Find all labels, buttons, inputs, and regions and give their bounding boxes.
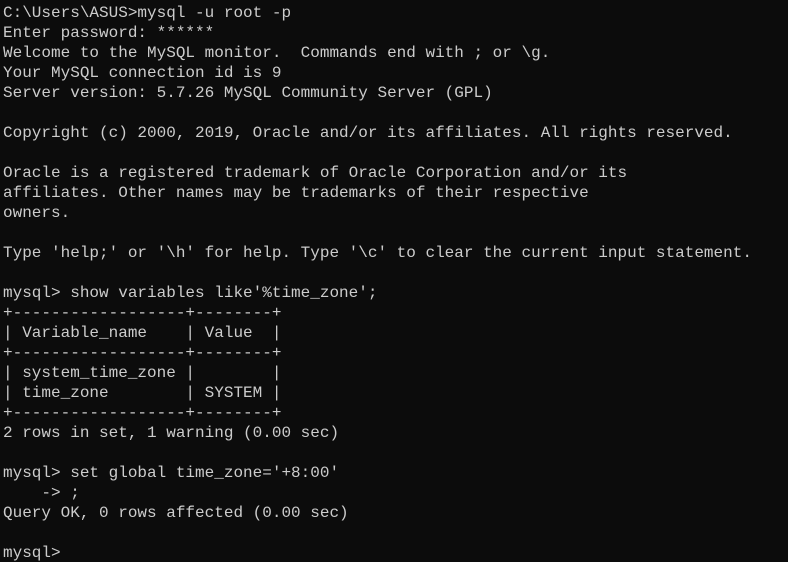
terminal-line-rows-summary: 2 rows in set, 1 warning (0.00 sec) [3, 424, 340, 442]
terminal-line-set-timezone-cmd: mysql> set global time_zone='+8:00' [3, 464, 340, 482]
terminal-line-login-command: C:\Users\ASUS>mysql -u root -p [3, 4, 292, 22]
result-table-border: +------------------+--------+ [3, 344, 282, 362]
terminal-line-trademark-1: Oracle is a registered trademark of Orac… [3, 164, 628, 182]
terminal-prompt[interactable]: mysql> [3, 543, 61, 562]
result-table-row: | system_time_zone | | [3, 364, 282, 382]
terminal-line-welcome: Welcome to the MySQL monitor. Commands e… [3, 44, 551, 62]
terminal-line-server-version: Server version: 5.7.26 MySQL Community S… [3, 84, 493, 102]
terminal-line-copyright: Copyright (c) 2000, 2019, Oracle and/or … [3, 124, 733, 142]
result-table-border: +------------------+--------+ [3, 304, 282, 322]
terminal-line-query-ok: Query OK, 0 rows affected (0.00 sec) [3, 504, 349, 522]
result-table-border: +------------------+--------+ [3, 404, 282, 422]
terminal-window[interactable]: C:\Users\ASUS>mysql -u root -p Enter pas… [0, 0, 788, 562]
terminal-line-connection-id: Your MySQL connection id is 9 [3, 64, 282, 82]
terminal-line-password-prompt: Enter password: ****** [3, 24, 215, 42]
terminal-line-continuation: -> ; [3, 484, 80, 502]
result-table-header: | Variable_name | Value | [3, 324, 282, 342]
result-table-row: | time_zone | SYSTEM | [3, 384, 282, 402]
terminal-line-help-hint: Type 'help;' or '\h' for help. Type '\c'… [3, 244, 752, 262]
terminal-line-trademark-3: owners. [3, 204, 71, 222]
terminal-line-trademark-2: affiliates. Other names may be trademark… [3, 184, 589, 202]
terminal-line-show-variables-cmd: mysql> show variables like'%time_zone'; [3, 284, 378, 302]
